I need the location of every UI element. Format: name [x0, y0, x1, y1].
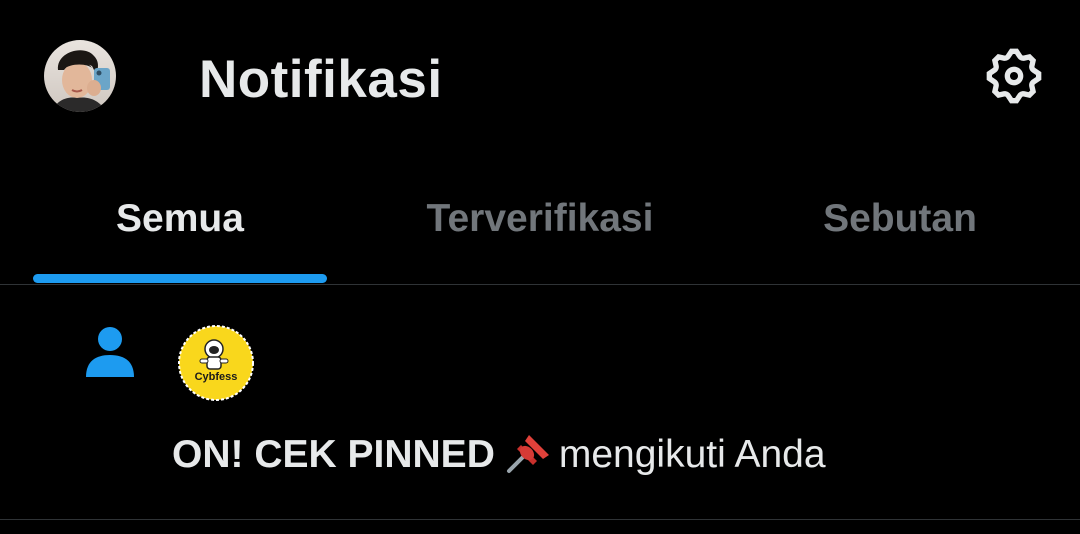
page-title: Notifikasi — [199, 50, 443, 109]
notification-tabs: Semua Terverifikasi Sebutan — [0, 168, 1080, 284]
profile-avatar[interactable] — [44, 40, 116, 112]
notification-item[interactable]: Cybfess ON! CEK PINNED mengikuti Anda — [0, 285, 1080, 520]
tab-semua[interactable]: Semua — [0, 168, 360, 284]
settings-button[interactable] — [982, 44, 1046, 108]
notification-text: ON! CEK PINNED mengikuti Anda — [172, 431, 826, 478]
tab-label: Sebutan — [823, 197, 977, 240]
notification-action-text: mengikuti Anda — [558, 433, 826, 476]
tab-label: Semua — [116, 197, 244, 240]
top-app-bar: Notifikasi — [0, 0, 1080, 152]
pushpin-icon — [506, 435, 549, 473]
svg-text:Cybfess: Cybfess — [195, 371, 238, 383]
gear-icon — [986, 48, 1042, 104]
tab-terverifikasi[interactable]: Terverifikasi — [360, 168, 720, 284]
actor-avatar[interactable]: Cybfess — [176, 323, 256, 403]
person-follow-icon — [86, 327, 134, 377]
notification-divider — [0, 519, 1080, 520]
notifications-screen: Notifikasi Semua Terverifikasi Sebutan C… — [0, 0, 1080, 534]
tab-sebutan[interactable]: Sebutan — [720, 168, 1080, 284]
tab-label: Terverifikasi — [426, 197, 654, 240]
actor-name[interactable]: ON! CEK PINNED — [172, 433, 495, 476]
profile-avatar-image — [44, 40, 116, 112]
active-tab-indicator — [33, 274, 327, 283]
